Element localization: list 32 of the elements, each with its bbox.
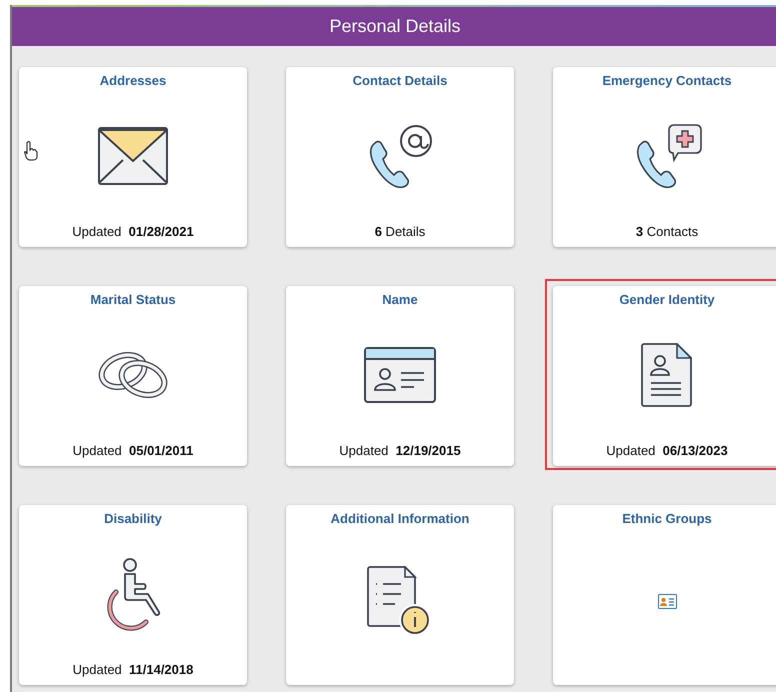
tile[interactable]: Disability Updated 11/14/2018 xyxy=(19,505,247,685)
id-card-icon xyxy=(364,347,436,403)
tile-title: Emergency Contacts xyxy=(602,73,732,88)
rings-icon xyxy=(97,349,169,401)
contact-card-icon xyxy=(658,594,676,609)
tile[interactable]: Gender Identity Updated 06/13/2023 xyxy=(553,286,776,466)
profile-document-icon xyxy=(641,343,693,407)
envelope-icon xyxy=(98,127,168,185)
tile[interactable]: Marital Status Updated 05/01/2011 xyxy=(19,286,247,466)
tile-status: 6 Details xyxy=(374,224,426,239)
tile-title: Marital Status xyxy=(90,292,176,307)
page-title: Personal Details xyxy=(329,16,461,37)
tile-title: Contact Details xyxy=(352,73,448,88)
tile[interactable]: Ethnic Groups xyxy=(553,505,776,685)
tile-title: Disability xyxy=(104,511,162,526)
tile-title: Gender Identity xyxy=(619,292,715,307)
tile-title: Ethnic Groups xyxy=(622,511,712,526)
tile-status: Updated 05/01/2011 xyxy=(72,443,194,458)
tile-title: Additional Information xyxy=(330,511,470,526)
tile-status: Updated 01/28/2021 xyxy=(72,224,194,239)
tile[interactable]: Contact Details 6 Details xyxy=(286,67,514,247)
tile-status: Updated 12/19/2015 xyxy=(339,443,461,458)
hand-cursor-icon xyxy=(24,141,38,161)
tile[interactable]: Name Updated 12/19/2015 xyxy=(286,286,514,466)
tile[interactable]: Emergency Contacts 3 Contacts xyxy=(553,67,776,247)
tile-title: Addresses xyxy=(100,73,166,88)
tile-status: Updated 06/13/2023 xyxy=(606,443,728,458)
tile-title: Name xyxy=(382,292,418,307)
tile[interactable]: Additional Information xyxy=(286,505,514,685)
tile-status: 3 Contacts xyxy=(636,224,698,239)
tile[interactable]: Addresses Updated 01/28/2021 xyxy=(19,67,247,247)
tile-status: Updated 11/14/2018 xyxy=(72,662,194,677)
